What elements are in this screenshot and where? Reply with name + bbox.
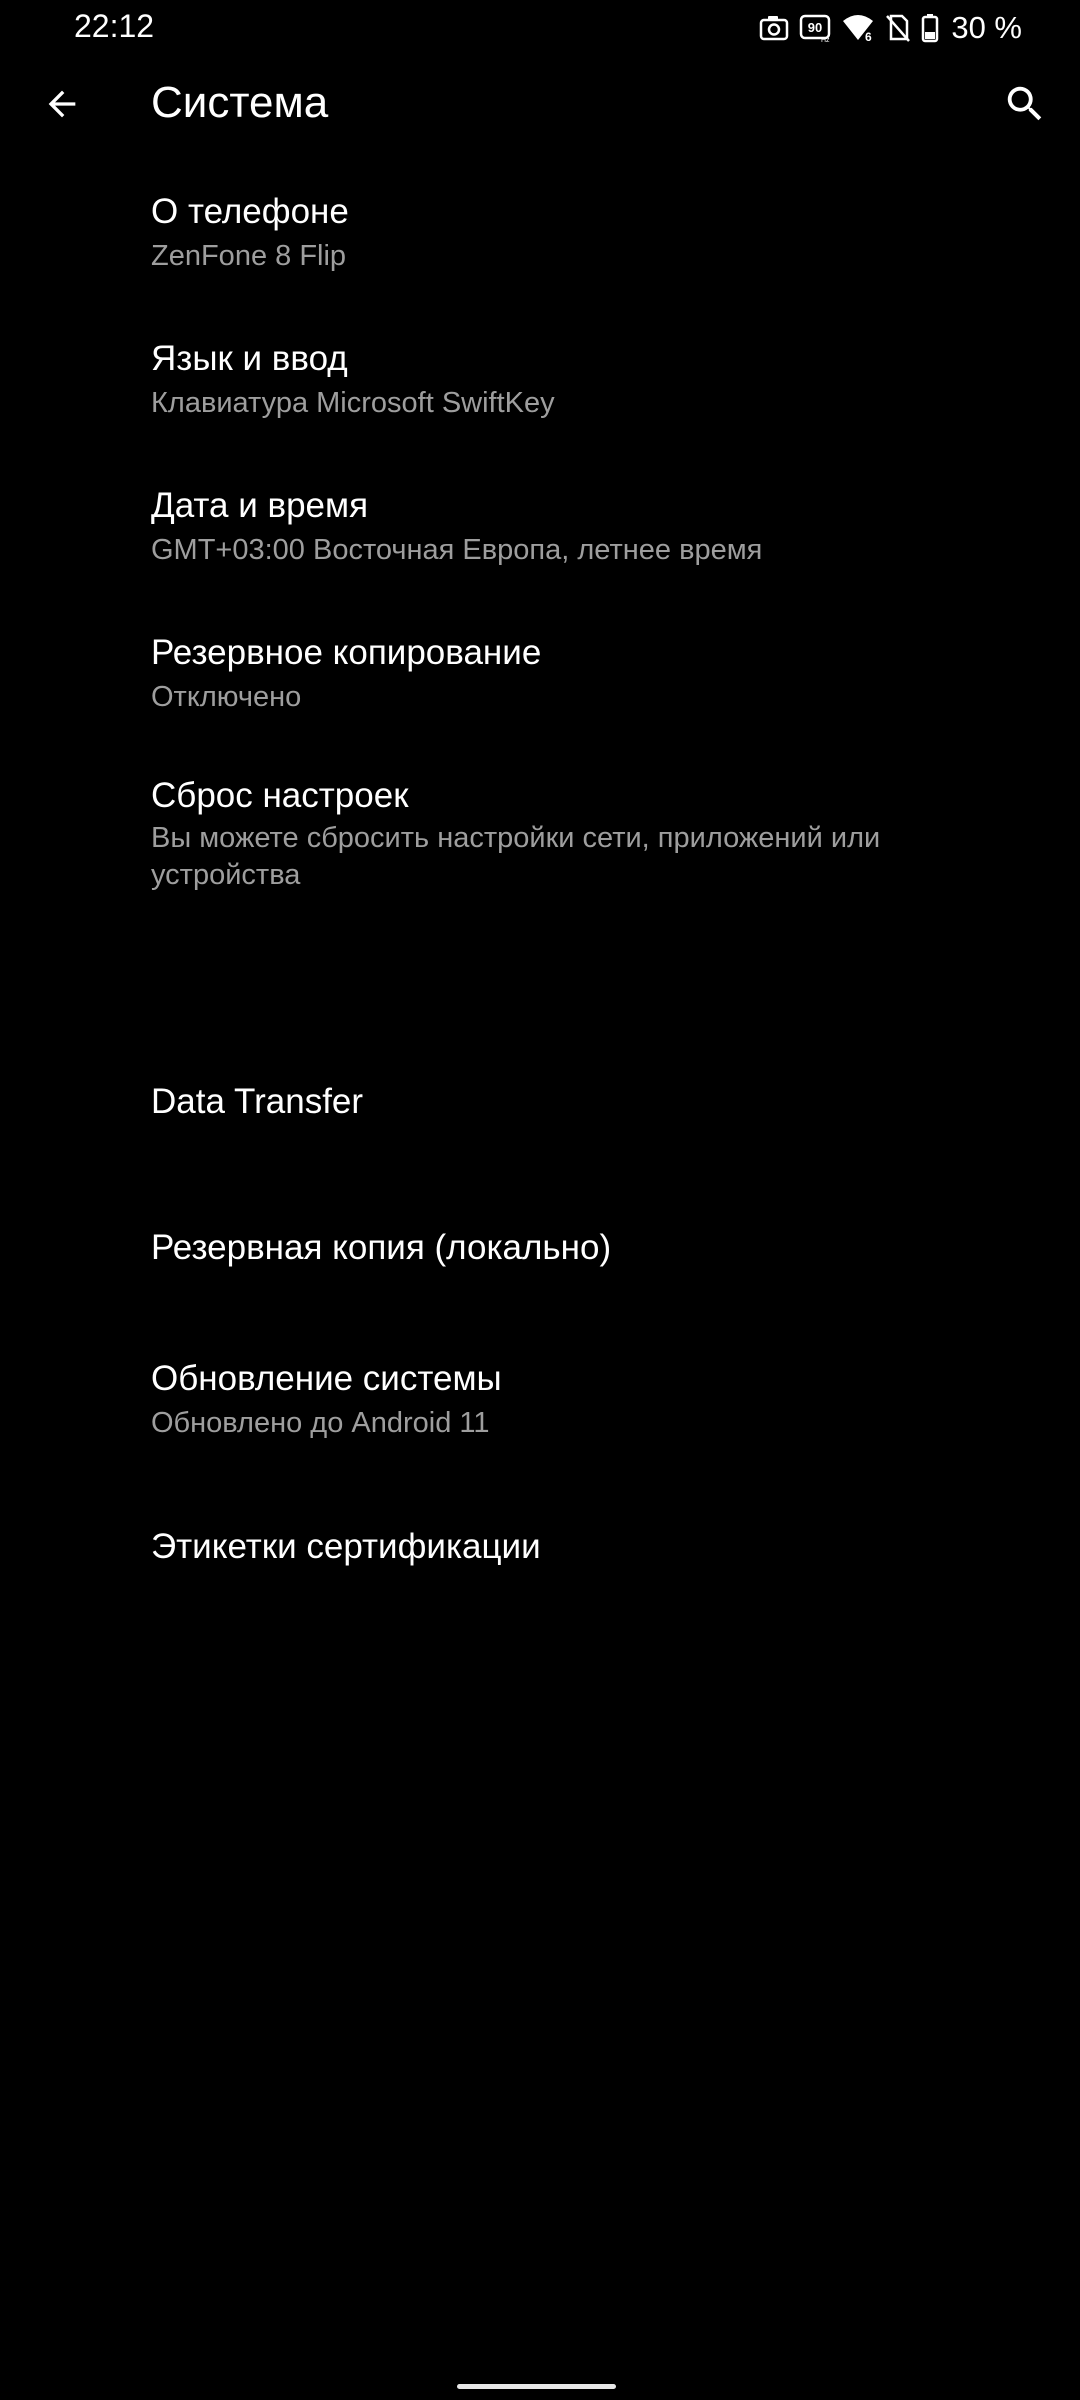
battery-icon — [921, 13, 939, 43]
svg-text:6: 6 — [865, 30, 872, 43]
setting-title: Резервная копия (локально) — [151, 1228, 612, 1267]
setting-data-transfer[interactable]: Data Transfer — [0, 1082, 1080, 1229]
setting-backup[interactable]: Резервное копирование Отключено — [0, 605, 1080, 752]
setting-title: Data Transfer — [151, 1082, 364, 1121]
battery-percentage: 30 % — [951, 10, 1022, 45]
setting-local-backup[interactable]: Резервная копия (локально) — [0, 1228, 1080, 1375]
refresh-rate-90hz-icon: 90 Hz — [799, 13, 831, 43]
setting-language-input[interactable]: Язык и ввод Клавиатура Microsoft SwiftKe… — [0, 311, 1080, 458]
svg-text:90: 90 — [808, 20, 822, 35]
setting-system-update[interactable]: Обновление системы Обновлено до Android … — [0, 1359, 1080, 1519]
setting-date-time[interactable]: Дата и время GMT+03:00 Восточная Европа,… — [0, 458, 1080, 605]
search-button[interactable] — [987, 68, 1063, 144]
page-title: Система — [151, 78, 329, 127]
setting-summary: Обновлено до Android 11 — [151, 1407, 490, 1439]
setting-summary: Вы можете сбросить настройки сети, прило… — [151, 822, 881, 891]
setting-about-phone[interactable]: О телефоне ZenFone 8 Flip — [0, 164, 1080, 311]
wifi-6-icon: 6 — [841, 13, 875, 43]
setting-summary: Отключено — [151, 681, 302, 713]
status-time: 22:12 — [74, 8, 155, 44]
no-sim-icon — [885, 13, 911, 43]
setting-reset-options[interactable]: Сброс настроек Вы можете сбросить настро… — [0, 752, 1080, 1082]
setting-title: Язык и ввод — [151, 339, 348, 378]
svg-text:Hz: Hz — [821, 37, 830, 43]
setting-title: Дата и время — [151, 486, 369, 525]
screenshot-icon — [759, 14, 789, 42]
setting-title: Резервное копирование — [151, 633, 542, 672]
setting-summary: GMT+03:00 Восточная Европа, летнее время — [151, 534, 763, 566]
setting-certification-labels[interactable]: Этикетки сертификации — [0, 1527, 1080, 1674]
status-bar: 22:12 90 Hz 6 30 % — [0, 0, 1080, 54]
status-icons: 90 Hz 6 30 % — [759, 8, 1022, 48]
back-button[interactable] — [24, 68, 100, 144]
setting-summary: Клавиатура Microsoft SwiftKey — [151, 387, 555, 419]
app-bar: Система — [0, 54, 1080, 164]
setting-title: Обновление системы — [151, 1359, 502, 1398]
setting-title: Этикетки сертификации — [151, 1527, 541, 1566]
search-icon — [1002, 81, 1048, 132]
setting-title: О телефоне — [151, 192, 349, 231]
setting-title: Сброс настроек — [151, 776, 409, 815]
arrow-back-icon — [42, 84, 82, 129]
gesture-nav-handle[interactable] — [457, 2384, 616, 2389]
setting-summary: ZenFone 8 Flip — [151, 240, 347, 272]
